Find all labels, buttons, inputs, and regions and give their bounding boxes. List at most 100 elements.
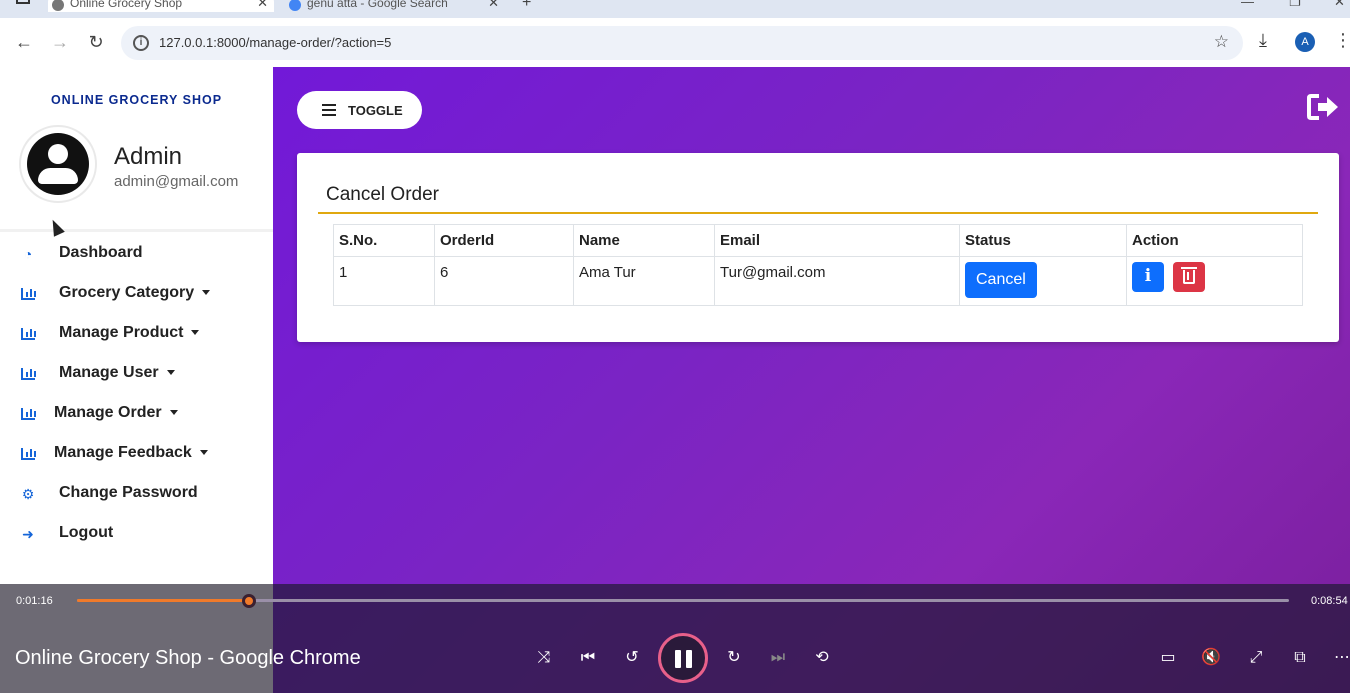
close-tab-icon[interactable]: ✕: [488, 0, 499, 12]
tab-search-icon[interactable]: [16, 0, 30, 4]
caret-down-icon: [199, 450, 208, 456]
sidebar-item-label: Manage Feedback: [54, 444, 208, 462]
sidebar-item-label: Change Password: [59, 484, 198, 501]
url-text[interactable]: 127.0.0.1:8000/manage-order/?action=5: [159, 35, 391, 50]
bookmark-star-icon[interactable]: ☆: [1214, 32, 1229, 52]
more-options-icon[interactable]: ⋯: [1330, 647, 1350, 669]
pause-button[interactable]: [658, 633, 708, 683]
cell-name: Ama Tur: [573, 256, 715, 306]
browser-toolbar: ← → ↻ i 127.0.0.1:8000/manage-order/?act…: [0, 18, 1350, 67]
chart-bar-icon: [19, 445, 37, 463]
browser-tab-strip: Online Grocery Shop ✕ genu atta - Google…: [0, 0, 1350, 18]
browser-tab-active[interactable]: Online Grocery Shop ✕: [48, 0, 274, 12]
sidebar: ONLINE GROCERY SHOP Admin admin@gmail.co…: [0, 67, 273, 554]
sidebar-item-manage-order[interactable]: Manage Order: [19, 403, 269, 427]
card-title: Cancel Order: [326, 184, 439, 205]
admin-email: admin@gmail.com: [114, 173, 239, 190]
column-header-sno: S.No.: [333, 224, 435, 257]
sidebar-item-manage-product[interactable]: Manage Product: [19, 323, 269, 347]
logout-icon[interactable]: [1307, 93, 1339, 121]
browser-menu-icon[interactable]: ⋮: [1334, 30, 1350, 51]
sidebar-item-grocery-category[interactable]: Grocery Category: [19, 283, 269, 307]
mute-icon[interactable]: 🔇: [1199, 647, 1223, 669]
seek-handle[interactable]: [241, 594, 256, 608]
close-tab-icon[interactable]: ✕: [257, 0, 268, 12]
chart-bar-icon: [19, 405, 37, 423]
profile-avatar[interactable]: A: [1295, 32, 1315, 52]
caret-down-icon: [166, 370, 175, 376]
tab-title: genu atta - Google Search: [307, 0, 448, 10]
browser-tab[interactable]: genu atta - Google Search ✕: [285, 0, 505, 12]
column-header-email: Email: [714, 224, 960, 257]
column-header-action: Action: [1126, 224, 1303, 257]
toggle-label: TOGGLE: [348, 103, 403, 118]
rewind-10-icon[interactable]: ↺: [620, 647, 644, 669]
title-divider: [318, 212, 1318, 214]
cell-status: Cancel: [959, 256, 1127, 306]
sidebar-item-label: Manage Product: [59, 324, 200, 342]
hamburger-icon: [322, 104, 336, 116]
user-avatar-icon: [19, 125, 97, 203]
chart-bar-icon: [19, 325, 37, 343]
delete-button[interactable]: [1173, 262, 1206, 292]
table-row: 1 6 Ama Tur Tur@gmail.com Cancel i: [333, 256, 1303, 306]
sidebar-item-manage-user[interactable]: Manage User: [19, 363, 269, 387]
sidebar-item-label: Grocery Category: [59, 284, 211, 302]
captions-icon[interactable]: ▭: [1156, 647, 1180, 669]
caret-down-icon: [202, 290, 211, 296]
cell-action: i: [1126, 256, 1303, 306]
brand-title[interactable]: ONLINE GROCERY SHOP: [0, 93, 273, 107]
sidebar-item-label: Manage Order: [54, 404, 178, 422]
admin-name: Admin: [114, 143, 183, 170]
sidebar-item-label: Dashboard: [59, 244, 143, 261]
caret-down-icon: [191, 330, 200, 336]
chart-bar-icon: [19, 365, 37, 383]
info-icon: i: [1144, 266, 1152, 286]
address-bar[interactable]: i 127.0.0.1:8000/manage-order/?action=5 …: [121, 26, 1243, 60]
window-close-icon[interactable]: ✕: [1334, 0, 1345, 10]
seek-progress: [77, 599, 249, 602]
site-info-icon[interactable]: i: [133, 35, 149, 51]
new-tab-icon[interactable]: +: [522, 0, 531, 12]
back-icon[interactable]: ←: [13, 32, 35, 53]
sidebar-item-dashboard[interactable]: ◔ Dashboard: [19, 243, 269, 267]
cancel-order-card: Cancel Order S.No. OrderId Name Email St…: [297, 153, 1339, 342]
repeat-icon[interactable]: ⟲: [810, 647, 834, 669]
cancel-status-button[interactable]: Cancel: [965, 262, 1037, 298]
forward-icon[interactable]: →: [49, 32, 71, 53]
view-details-button[interactable]: i: [1132, 262, 1164, 292]
column-header-status: Status: [959, 224, 1127, 257]
total-time: 0:08:54: [1311, 595, 1348, 607]
column-header-name: Name: [573, 224, 715, 257]
elapsed-time: 0:01:16: [16, 595, 53, 607]
fullscreen-icon[interactable]: ⤢: [1244, 647, 1268, 669]
next-icon[interactable]: ⏭: [766, 647, 790, 669]
sidebar-item-logout[interactable]: ➜ Logout: [19, 523, 269, 547]
download-icon[interactable]: ⤓: [1259, 30, 1267, 51]
seek-bar[interactable]: [77, 594, 1289, 608]
dashboard-icon: ◔: [23, 246, 33, 262]
cell-sno: 1: [333, 256, 435, 306]
previous-icon[interactable]: ⏮: [576, 647, 600, 669]
google-favicon-icon: [289, 0, 301, 11]
chart-bar-icon: [19, 285, 37, 303]
forward-30-icon[interactable]: ↻: [722, 647, 746, 669]
tab-title: Online Grocery Shop: [70, 0, 183, 10]
minimize-icon[interactable]: —: [1241, 0, 1254, 9]
sidebar-item-label: Manage User: [59, 364, 175, 382]
column-header-orderid: OrderId: [434, 224, 574, 257]
sidebar-item-manage-feedback[interactable]: Manage Feedback: [19, 443, 269, 467]
gear-icon: ⚙: [21, 486, 35, 502]
toggle-sidebar-button[interactable]: TOGGLE: [297, 91, 422, 129]
sidebar-item-change-password[interactable]: ⚙ Change Password: [19, 483, 269, 507]
maximize-icon[interactable]: ❐: [1289, 0, 1301, 10]
cell-email: Tur@gmail.com: [714, 256, 960, 306]
trash-icon: [1181, 267, 1198, 284]
tab-favicon-icon: [52, 0, 64, 11]
cell-order-id: 6: [434, 256, 574, 306]
caret-down-icon: [169, 410, 178, 416]
mini-player-icon[interactable]: ⧉: [1288, 647, 1312, 669]
sidebar-divider: [0, 229, 273, 232]
reload-icon[interactable]: ↻: [85, 32, 107, 53]
shuffle-icon[interactable]: ⤨: [532, 647, 556, 669]
